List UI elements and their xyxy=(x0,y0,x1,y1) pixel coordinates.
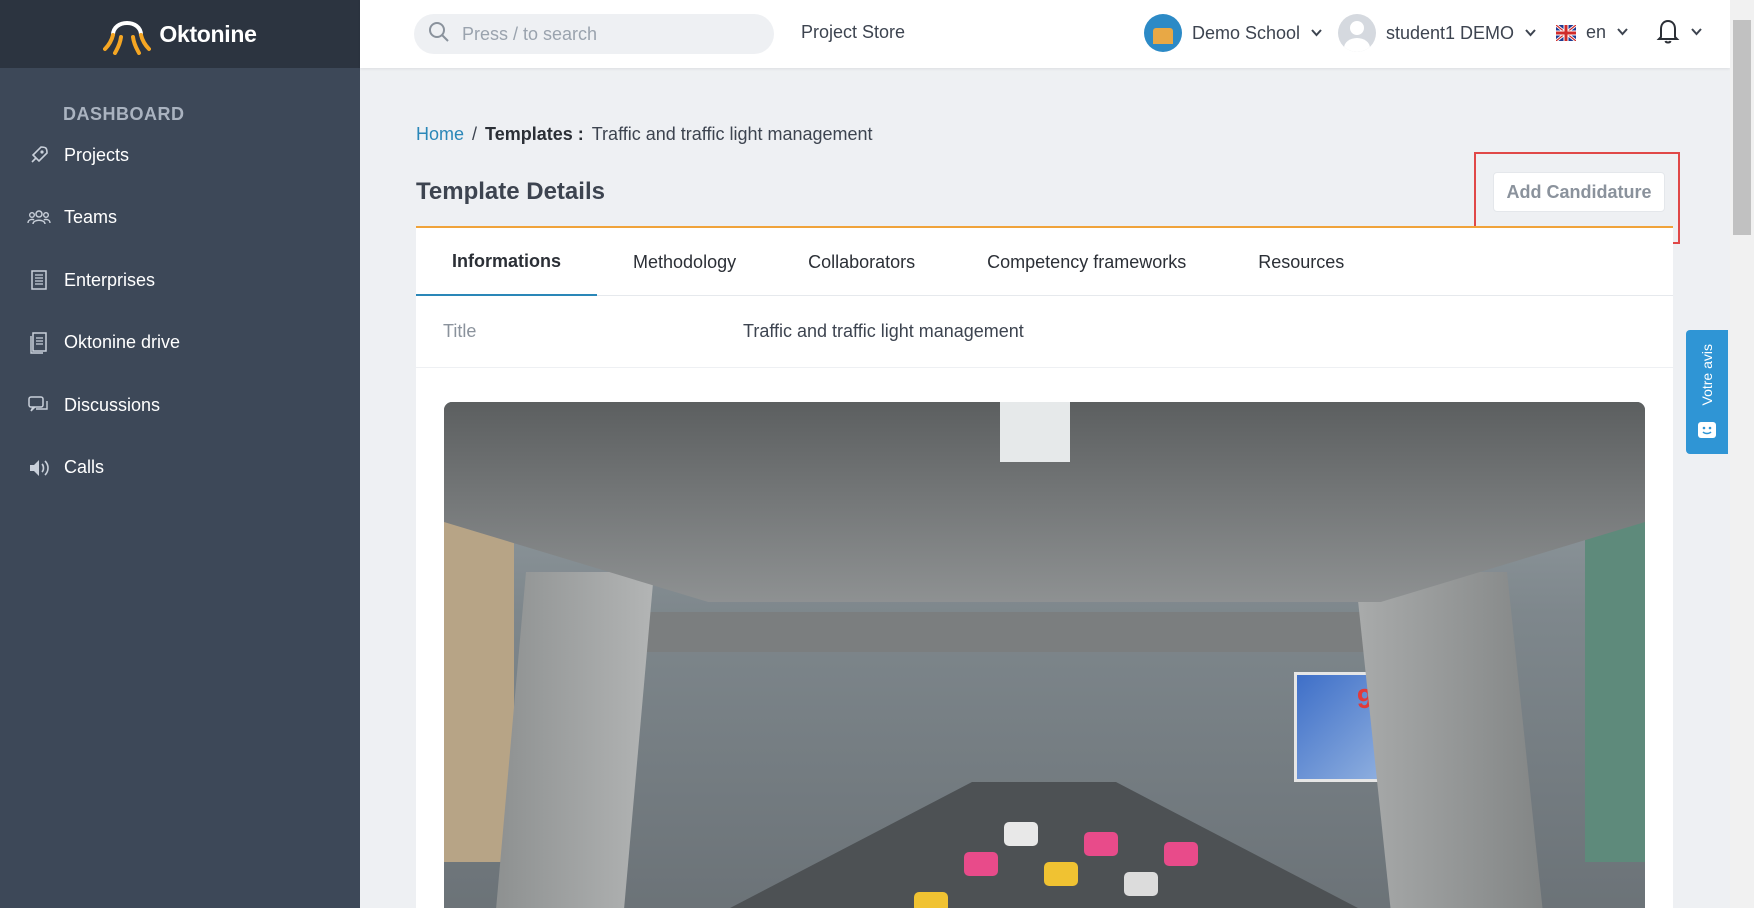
breadcrumb-separator: / xyxy=(472,124,478,144)
photo-sky-gap xyxy=(1000,402,1070,462)
sidebar-nav: Projects Teams Enterprises Oktonine driv… xyxy=(0,124,360,499)
tab-methodology[interactable]: Methodology xyxy=(597,228,772,296)
page-title: Template Details xyxy=(416,178,605,205)
brand[interactable]: Oktonine xyxy=(0,0,360,68)
photo-car xyxy=(1004,822,1038,846)
sidebar-item-label: Teams xyxy=(64,207,118,228)
speaker-icon xyxy=(26,455,52,481)
photo-crossbeam xyxy=(634,612,1454,652)
sidebar-item-teams[interactable]: Teams xyxy=(0,187,360,250)
brand-name: Oktonine xyxy=(159,20,257,47)
users-icon xyxy=(26,205,52,231)
scrollbar-thumb[interactable] xyxy=(1733,20,1751,235)
sidebar-item-label: Oktonine drive xyxy=(64,332,181,353)
search-icon xyxy=(428,21,450,48)
chat-icon xyxy=(26,392,52,418)
sidebar-section-title: DASHBOARD xyxy=(63,104,185,124)
tab-collaborators[interactable]: Collaborators xyxy=(772,228,951,296)
sidebar-item-discussions[interactable]: Discussions xyxy=(0,374,360,437)
photo-car xyxy=(964,852,998,876)
notifications-menu[interactable] xyxy=(1656,18,1703,49)
school-name: Demo School xyxy=(1192,22,1301,43)
avatar xyxy=(1338,14,1376,52)
title-label: Title xyxy=(443,321,477,341)
photo-car xyxy=(1164,842,1198,866)
sidebar-item-label: Enterprises xyxy=(64,269,156,290)
tab-resources[interactable]: Resources xyxy=(1222,228,1380,296)
photo-car xyxy=(1124,872,1158,896)
tab-bar: Informations Methodology Collaborators C… xyxy=(416,228,1673,296)
chevron-down-icon xyxy=(1690,25,1703,43)
photo-car xyxy=(914,892,948,908)
sidebar-item-drive[interactable]: Oktonine drive xyxy=(0,312,360,375)
language-selector[interactable]: en xyxy=(1556,22,1629,43)
feedback-label: Votre avis xyxy=(1699,344,1715,406)
template-cover-image: 92X xyxy=(444,402,1645,908)
sidebar: Oktonine DASHBOARD Projects Teams Enterp… xyxy=(0,0,360,908)
school-logo xyxy=(1144,14,1182,52)
building-icon xyxy=(26,267,52,293)
school-selector[interactable]: Demo School xyxy=(1144,14,1323,52)
sidebar-item-label: Projects xyxy=(64,144,130,165)
feedback-tab[interactable]: Votre avis xyxy=(1686,330,1728,454)
uk-flag-icon xyxy=(1556,24,1576,41)
sidebar-item-label: Calls xyxy=(64,457,105,478)
photo-car xyxy=(1084,832,1118,856)
octopus-logo-icon xyxy=(103,9,152,60)
user-menu[interactable]: student1 DEMO xyxy=(1338,14,1537,52)
add-candidature-button[interactable]: Add Candidature xyxy=(1493,172,1665,212)
sidebar-item-label: Discussions xyxy=(64,394,161,415)
title-value: Traffic and traffic light management xyxy=(743,321,1024,341)
chevron-down-icon xyxy=(1524,23,1537,44)
breadcrumb-current: Traffic and traffic light management xyxy=(591,124,873,144)
project-store-link[interactable]: Project Store xyxy=(801,22,905,43)
breadcrumb-section: Templates : xyxy=(485,124,584,144)
tab-informations[interactable]: Informations xyxy=(416,228,598,296)
chevron-down-icon xyxy=(1616,22,1629,43)
sidebar-item-calls[interactable]: Calls xyxy=(0,437,360,500)
photo-car xyxy=(1044,862,1078,886)
top-bar: Project Store Demo School student1 DEMO … xyxy=(360,0,1730,68)
sidebar-item-projects[interactable]: Projects xyxy=(0,124,360,187)
breadcrumb-home-link[interactable]: Home xyxy=(416,124,464,145)
language-code: en xyxy=(1586,22,1607,42)
template-details-card: Informations Methodology Collaborators C… xyxy=(416,226,1673,908)
breadcrumb: Home / Templates : Traffic and traffic l… xyxy=(416,124,873,145)
chevron-down-icon xyxy=(1310,23,1323,44)
tab-competency-frameworks[interactable]: Competency frameworks xyxy=(951,228,1222,296)
search-input[interactable] xyxy=(462,23,742,45)
bell-icon xyxy=(1656,18,1680,49)
smiley-icon xyxy=(1697,421,1717,444)
search-bar[interactable] xyxy=(414,14,774,54)
title-row: Title Traffic and traffic light manageme… xyxy=(416,296,1673,368)
user-name: student1 DEMO xyxy=(1386,22,1515,43)
rocket-icon xyxy=(26,142,52,168)
sidebar-item-enterprises[interactable]: Enterprises xyxy=(0,249,360,312)
drive-icon xyxy=(26,330,52,356)
